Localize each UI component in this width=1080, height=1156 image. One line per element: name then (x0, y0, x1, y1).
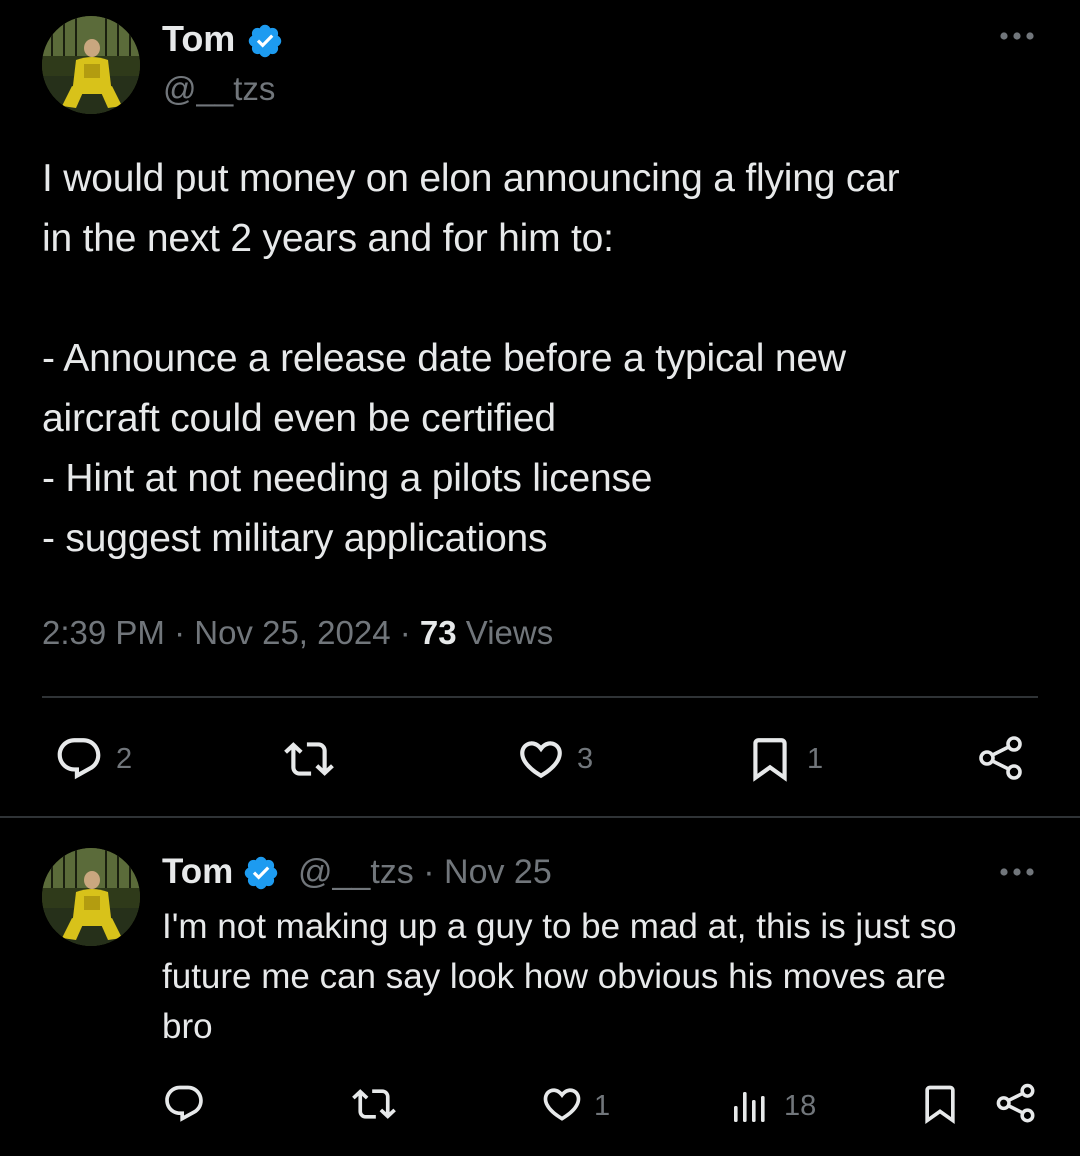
retweet-icon (284, 742, 334, 776)
views-count[interactable]: 73 (420, 614, 457, 651)
divider (42, 696, 1038, 698)
bookmark-button[interactable] (918, 1082, 962, 1128)
avatar-image (42, 848, 140, 946)
share-icon (996, 1083, 1035, 1123)
tweet-time[interactable]: 2:39 PM (42, 614, 165, 651)
retweet-button[interactable] (282, 734, 342, 784)
reply-bubble-icon (57, 738, 101, 780)
like-button[interactable]: 3 (516, 734, 606, 784)
tweet-separator (0, 816, 1080, 818)
reply-handle-line: @__tzs · Nov 25 (298, 853, 552, 892)
meta-separator: · (423, 853, 435, 891)
views-label[interactable]: Views (466, 614, 553, 651)
reply-button[interactable]: 2 (54, 734, 144, 784)
avatar[interactable] (42, 16, 140, 114)
more-dots-icon[interactable] (998, 26, 1036, 46)
share-button[interactable] (976, 734, 1026, 784)
reply-text: I'm not making up a guy to be mad at, th… (162, 907, 957, 1046)
share-icon (979, 736, 1022, 780)
reply-button[interactable] (162, 1082, 208, 1128)
tweet-date[interactable]: Nov 25, 2024 (194, 614, 390, 651)
meta-separator: · (174, 614, 186, 651)
avatar[interactable] (42, 848, 140, 946)
verified-badge-icon (246, 22, 284, 65)
author-name[interactable]: Tom (162, 18, 235, 60)
bookmark-icon (925, 1085, 955, 1125)
meta-separator: · (399, 614, 411, 651)
tweet-text: I would put money on elon announcing a f… (42, 157, 900, 560)
author-name[interactable]: Tom (162, 852, 233, 892)
views-count: 18 (784, 1090, 817, 1122)
share-button[interactable] (994, 1082, 1038, 1128)
retweet-icon (352, 1089, 396, 1119)
heart-icon (520, 741, 562, 779)
like-count: 1 (594, 1090, 611, 1122)
author-handle[interactable]: @__tzs (163, 70, 275, 108)
reply-count: 2 (116, 743, 133, 775)
reply-bubble-icon (165, 1085, 203, 1122)
views-chart-icon (734, 1092, 765, 1122)
like-count: 3 (577, 743, 594, 775)
like-button[interactable]: 1 (540, 1082, 620, 1128)
reply-date[interactable]: Nov 25 (444, 853, 552, 891)
verified-badge-icon (242, 854, 280, 897)
author-handle[interactable]: @__tzs (298, 853, 414, 891)
bookmark-icon (753, 738, 787, 782)
retweet-button[interactable] (350, 1082, 400, 1128)
tweet-meta: 2:39 PM · Nov 25, 2024 · 73 Views (42, 614, 553, 652)
bookmark-button[interactable]: 1 (745, 734, 835, 784)
avatar-image (42, 16, 140, 114)
bookmark-count: 1 (807, 743, 824, 775)
views-button[interactable]: 18 (730, 1082, 830, 1128)
heart-icon (543, 1088, 581, 1121)
more-dots-icon[interactable] (998, 862, 1036, 882)
